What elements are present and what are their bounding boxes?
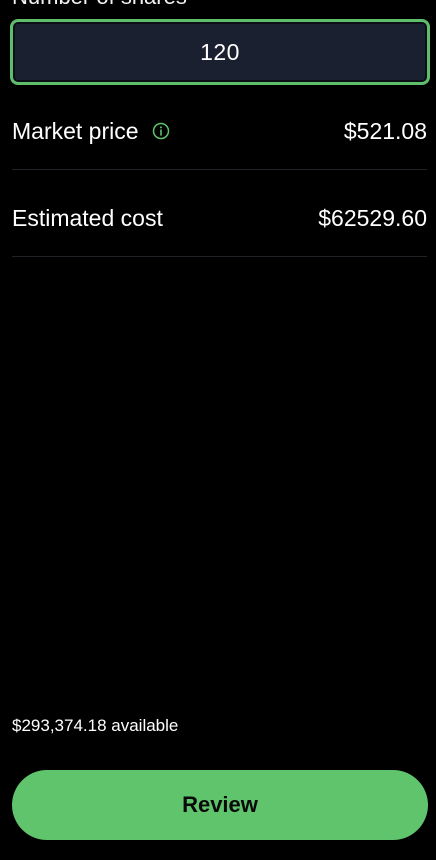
- info-icon[interactable]: [151, 121, 171, 141]
- review-button-label: Review: [182, 792, 258, 817]
- market-price-label: Market price: [12, 117, 139, 144]
- shares-field-label: Number of shares: [12, 0, 187, 8]
- estimated-cost-label: Estimated cost: [12, 204, 163, 231]
- estimated-cost-value: $62529.60: [318, 204, 427, 231]
- buying-power-available: $293,374.18 available: [12, 716, 179, 735]
- market-price-label-group: Market price: [12, 118, 171, 145]
- market-price-value: $521.08: [343, 117, 427, 144]
- estimated-cost-row: Estimated cost $62529.60: [12, 200, 427, 236]
- divider: [12, 256, 427, 257]
- market-price-row: Market price $521.08: [12, 113, 427, 149]
- shares-input[interactable]: 120: [10, 19, 430, 85]
- divider: [12, 169, 427, 170]
- review-button[interactable]: Review: [12, 770, 428, 840]
- trade-order-screen: Number of shares 120 Market price $521.0…: [0, 0, 436, 860]
- shares-input-value: 120: [200, 38, 240, 65]
